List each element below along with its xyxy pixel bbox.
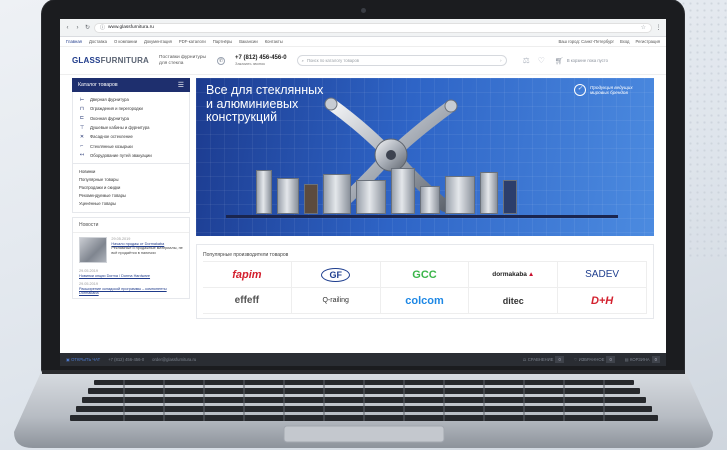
brand-ditec[interactable]: ditec	[469, 288, 559, 314]
site-header: GLASSFURNITURA Поставки фурнитуры для ст…	[60, 47, 666, 75]
chat-button[interactable]: ▣ ОТКРЫТЬ ЧАТ	[66, 357, 100, 362]
site-tagline: Поставки фурнитуры для стекла	[159, 55, 206, 66]
window-icon: ⊏	[79, 115, 85, 122]
reload-icon[interactable]: ↻	[84, 24, 91, 31]
canopy-icon: ⌐	[80, 143, 84, 150]
nav-item-pdf[interactable]: PDF-каталоги	[179, 39, 206, 44]
menu-icon[interactable]: ⋮	[655, 24, 662, 31]
search-icon: ⌕	[301, 58, 304, 63]
nav-item-partners[interactable]: Партнёры	[213, 39, 232, 44]
register-link[interactable]: Регистрация	[636, 39, 660, 44]
site-logo[interactable]: GLASSFURNITURA	[72, 56, 149, 65]
producers-section: Популярные производители товаров fapim G…	[196, 244, 654, 319]
footer-cart[interactable]: ▤ КОРЗИНА 0	[625, 356, 660, 363]
forward-icon[interactable]: ›	[74, 24, 81, 31]
news-item[interactable]: 29.05.2019 Начало продаж от Dormakaba Ре…	[73, 233, 189, 267]
door-icon: ⊢	[79, 96, 85, 103]
category-canopy[interactable]: ⌐ Стеклянные козырьки	[73, 141, 189, 150]
link-new[interactable]: Новинки	[79, 168, 183, 176]
header-cart[interactable]: 🛒︎ В корзине пока пусто	[555, 57, 608, 65]
category-facade[interactable]: ✕ Фасадное остекление	[73, 132, 189, 141]
brand-dormakaba[interactable]: dormakaba ▲	[469, 262, 559, 288]
bookmark-star-icon[interactable]: ☆	[641, 24, 646, 31]
news-title: Новости	[73, 218, 189, 234]
footer-phone[interactable]: +7 (812) 456-456-0	[108, 357, 144, 362]
nav-item-delivery[interactable]: Доставка	[89, 39, 107, 44]
laptop-keyboard-base	[14, 370, 713, 448]
news-excerpt: Рекламные и продажные материалы, не всё …	[111, 246, 183, 255]
nav-item-home[interactable]: Главная	[66, 39, 82, 44]
category-evacuation[interactable]: ↤ Оборудование путей эвакуации	[73, 151, 189, 160]
footer-compare[interactable]: ⚖ СРАВНЕНИЕ 0	[523, 356, 564, 363]
link-sales[interactable]: Распродажи и скидки	[79, 184, 183, 192]
browser-toolbar: ‹ › ↻ ⓘ www.glassfurnitura.ru ☆ ⋮	[60, 19, 666, 37]
phone-icon: ✆	[217, 56, 226, 65]
laptop-screen: ‹ › ↻ ⓘ www.glassfurnitura.ru ☆ ⋮ Главна…	[60, 19, 666, 366]
brands-badge: ✓ Продукция ведущих мировых брендов	[574, 84, 648, 96]
nav-item-contacts[interactable]: Контакты	[265, 39, 283, 44]
top-navigation: Главная Доставка О компании Документация…	[60, 37, 666, 47]
search-go-icon[interactable]: ›	[500, 58, 501, 63]
search-placeholder: Поиск по каталогу товаров	[306, 58, 360, 63]
sidebar-links: Новинки Популярные товары Распродажи и с…	[72, 164, 190, 214]
banner-shelf	[226, 215, 618, 218]
brand-q-railing[interactable]: Q-railing	[291, 288, 381, 314]
nav-item-about[interactable]: О компании	[114, 39, 137, 44]
brand-grid: fapim GF GCC dormakaba ▲ SADEV effeff Q-r…	[203, 261, 647, 314]
sticky-footer-bar: ▣ ОТКРЫТЬ ЧАТ +7 (812) 456-456-0 order@g…	[60, 353, 666, 366]
cart-icon: 🛒︎	[554, 57, 564, 65]
info-icon: ⓘ	[100, 25, 106, 31]
nav-item-docs[interactable]: Документация	[144, 39, 172, 44]
callback-link[interactable]: Заказать звонок	[235, 61, 287, 67]
category-shower[interactable]: ⊤ Душевые кабины и фурнитура	[73, 123, 189, 132]
spider-fitting-icon: ✕	[79, 133, 85, 140]
news-thumbnail	[79, 237, 108, 264]
search-input[interactable]: ⌕ Поиск по каталогу товаров ›	[296, 55, 507, 66]
brand-dh[interactable]: D+H	[558, 288, 647, 314]
brand-colcom[interactable]: colcom	[380, 288, 470, 314]
banner-products	[256, 168, 517, 214]
news-item[interactable]: 29.05.2019 Расширение складской программ…	[73, 280, 189, 298]
catalog-header[interactable]: Каталог товаров ☰	[72, 78, 190, 92]
catalog-list: ⊢ Дверная фурнитура ⊓ Ограждения и перегор…	[72, 92, 190, 165]
news-item[interactable]: 29.05.2019 Новинки опции Dorma / Dorma H…	[73, 267, 189, 280]
hamburger-icon: ☰	[177, 82, 184, 89]
hero-banner[interactable]: Все для стеклянных и алюминиевых констру…	[196, 78, 654, 236]
link-popular[interactable]: Популярные товары	[79, 176, 183, 184]
back-icon[interactable]: ‹	[64, 24, 71, 31]
favorites-icon[interactable]: ♡	[538, 56, 545, 65]
shower-icon: ⊤	[79, 124, 85, 131]
railing-icon: ⊓	[80, 105, 84, 112]
category-door-hardware[interactable]: ⊢ Дверная фурнитура	[73, 95, 189, 104]
cart-icon: ▤	[624, 357, 629, 362]
brand-fapim[interactable]: fapim	[203, 262, 292, 288]
laptop-lid: ‹ › ↻ ⓘ www.glassfurnitura.ru ☆ ⋮ Главна…	[42, 0, 684, 378]
sidebar: Каталог товаров ☰ ⊢ Дверная фурнитура ⊓ Ог…	[72, 75, 190, 319]
category-railings[interactable]: ⊓ Ограждения и перегородки	[73, 104, 189, 113]
news-block: Новости 29.05.2019 Начало продаж от Dorm…	[72, 217, 190, 300]
webcam	[361, 8, 366, 13]
brand-gf[interactable]: GF	[291, 262, 381, 288]
link-recommended[interactable]: Рекомендуемые товары	[79, 192, 183, 200]
header-phone[interactable]: +7 (812) 456-456-0 Заказать звонок	[235, 55, 287, 67]
chat-icon: ▣	[66, 357, 70, 362]
category-window[interactable]: ⊏ Оконная фурнитура	[73, 114, 189, 123]
link-discounted[interactable]: Уценённые товары	[79, 200, 183, 208]
producers-title: Популярные производители товаров	[203, 252, 289, 258]
exit-icon: ↤	[79, 152, 85, 159]
heart-icon: ♡	[573, 357, 578, 362]
brand-gcc[interactable]: GCC	[380, 262, 470, 288]
compare-icon[interactable]: ⚖	[523, 56, 530, 65]
address-bar[interactable]: ⓘ www.glassfurnitura.ru ☆	[94, 22, 652, 33]
brand-effeff[interactable]: effeff	[203, 288, 292, 314]
compare-icon: ⚖	[522, 357, 527, 362]
badge-icon: ✓	[574, 84, 586, 96]
login-link[interactable]: Вход	[620, 39, 629, 44]
nav-item-jobs[interactable]: Вакансии	[239, 39, 257, 44]
brand-sadev[interactable]: SADEV	[558, 262, 647, 288]
city-selector[interactable]: Ваш город: Санкт-Петербург	[558, 39, 614, 44]
footer-favorites[interactable]: ♡ ИЗБРАННОЕ 0	[574, 356, 615, 363]
url-text: www.glassfurnitura.ru	[108, 25, 154, 30]
footer-email[interactable]: order@glassfurnitura.ru	[152, 357, 196, 362]
